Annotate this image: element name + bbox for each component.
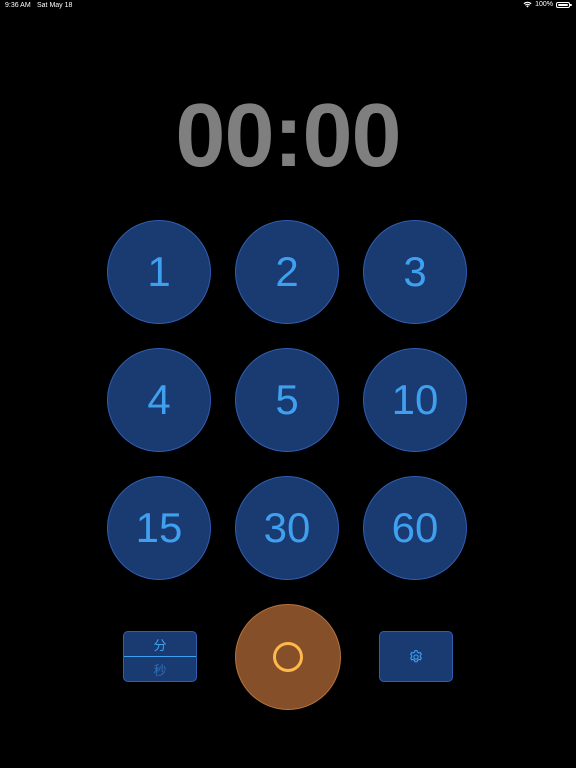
- status-indicators: 100%: [523, 1, 572, 8]
- preset-button-3[interactable]: 3: [363, 220, 467, 324]
- settings-button[interactable]: [379, 631, 453, 682]
- preset-button-4[interactable]: 4: [107, 348, 211, 452]
- wifi-icon: [523, 1, 532, 8]
- preset-button-1[interactable]: 1: [107, 220, 211, 324]
- preset-button-15[interactable]: 15: [107, 476, 211, 580]
- status-time: 9:36 AM: [5, 2, 31, 9]
- gear-icon: [410, 649, 422, 662]
- battery-level-fill: [558, 3, 568, 6]
- preset-button-30[interactable]: 30: [235, 476, 339, 580]
- timer-display: 00:00: [175, 86, 401, 186]
- preset-button-60[interactable]: 60: [363, 476, 467, 580]
- status-date: Sat May 18: [37, 2, 73, 9]
- unit-minutes-option[interactable]: 分: [124, 632, 196, 657]
- preset-button-10[interactable]: 10: [363, 348, 467, 452]
- preset-button-5[interactable]: 5: [235, 348, 339, 452]
- start-button[interactable]: [235, 604, 341, 710]
- battery-percent: 100%: [535, 1, 553, 8]
- preset-button-2[interactable]: 2: [235, 220, 339, 324]
- status-bar: 9:36 AM Sat May 18 100%: [0, 0, 576, 12]
- battery-icon: [556, 1, 572, 8]
- circle-ring-icon: [273, 642, 303, 672]
- unit-toggle[interactable]: 分 秒: [123, 631, 197, 682]
- unit-seconds-option[interactable]: 秒: [124, 657, 196, 681]
